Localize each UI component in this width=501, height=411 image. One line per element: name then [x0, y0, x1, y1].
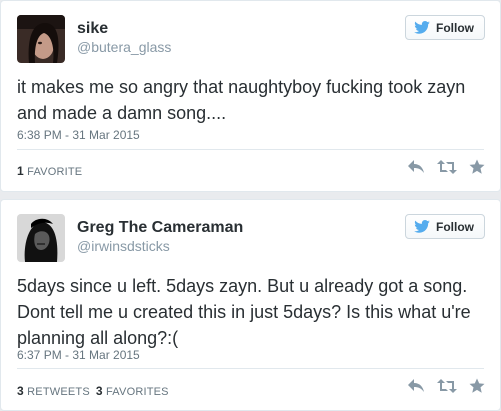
- retweets-stat[interactable]: 3 RETWEETS: [17, 384, 90, 398]
- tweet-card: Greg The Cameraman @irwinsdsticks Follow…: [0, 199, 501, 411]
- tweet-stats: 3 RETWEETS 3 FAVORITES: [17, 384, 169, 398]
- display-name[interactable]: Greg The Cameraman: [77, 219, 243, 237]
- tweet-text: 5days since u left. 5days zayn. But u al…: [17, 276, 471, 348]
- avatar[interactable]: [17, 214, 65, 262]
- twitter-bird-icon: [414, 220, 430, 233]
- favorites-count: 1: [17, 164, 24, 178]
- twitter-bird-icon: [414, 21, 430, 34]
- avatar[interactable]: [17, 15, 65, 63]
- tweet-timestamp[interactable]: 6:38 PM - 31 Mar 2015: [17, 128, 140, 142]
- user-handle[interactable]: @butera_glass: [77, 39, 171, 55]
- tweet-actions: [407, 159, 485, 180]
- follow-button-label: Follow: [436, 219, 474, 234]
- favorites-label: FAVORITE: [27, 166, 83, 178]
- tweet-timestamp[interactable]: 6:37 PM - 31 Mar 2015: [17, 348, 140, 362]
- favorites-stat[interactable]: 1 FAVORITE: [17, 164, 82, 178]
- favorites-count: 3: [95, 384, 103, 398]
- tweet-actions: [407, 378, 485, 399]
- retweets-count: 3: [17, 384, 24, 398]
- user-handle[interactable]: @irwinsdsticks: [77, 238, 170, 254]
- favorites-stat[interactable]: 3 FAVORITES: [96, 384, 169, 398]
- star-icon[interactable]: [469, 378, 485, 399]
- follow-button-label: Follow: [436, 20, 474, 35]
- tweet-stats: 1 FAVORITE: [17, 164, 82, 178]
- reply-icon[interactable]: [407, 378, 425, 399]
- retweet-icon[interactable]: [437, 159, 457, 180]
- display-name[interactable]: sike: [77, 20, 108, 38]
- star-icon[interactable]: [469, 159, 485, 180]
- follow-button[interactable]: Follow: [405, 214, 485, 239]
- follow-button[interactable]: Follow: [405, 15, 485, 40]
- reply-icon[interactable]: [407, 159, 425, 180]
- tweet-card: sike @butera_glass Follow it makes me so…: [0, 0, 501, 192]
- retweets-label: RETWEETS: [27, 386, 90, 398]
- retweet-icon[interactable]: [437, 378, 457, 399]
- tweet-text: it makes me so angry that naughtyboy fuc…: [17, 77, 466, 123]
- favorites-label: FAVORITES: [106, 386, 169, 398]
- divider: [17, 368, 484, 369]
- divider: [17, 149, 484, 150]
